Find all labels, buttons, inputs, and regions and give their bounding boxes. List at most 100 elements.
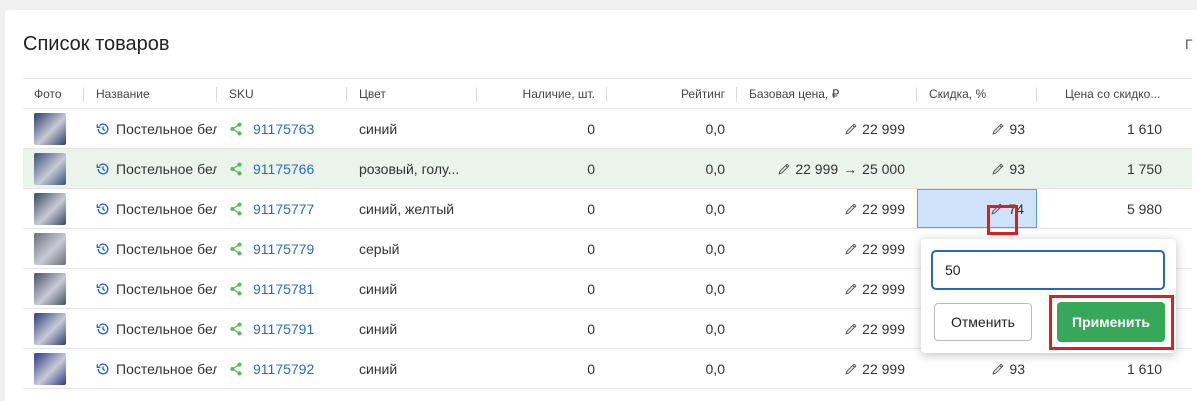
sku-link[interactable]: 91175792 bbox=[253, 361, 314, 377]
pencil-icon[interactable] bbox=[991, 122, 1005, 136]
color-cell: синий bbox=[347, 349, 477, 388]
stock-cell: 0 bbox=[477, 229, 607, 268]
rating-value: 0,0 bbox=[705, 120, 725, 137]
stock-cell: 0 bbox=[477, 349, 607, 388]
pencil-icon[interactable] bbox=[777, 162, 791, 176]
share-icon[interactable] bbox=[229, 162, 243, 176]
color-value: синий bbox=[359, 320, 398, 337]
pencil-icon[interactable] bbox=[844, 242, 858, 256]
product-name[interactable]: Постельное бел bbox=[116, 281, 217, 297]
product-name[interactable]: Постельное бел bbox=[116, 241, 217, 257]
table-row[interactable]: Постельное бел 91175766 розовый, голу... 0 0… bbox=[23, 149, 1192, 189]
header-stock[interactable]: Наличие, шт. bbox=[477, 79, 607, 108]
annotation-apply-highlight bbox=[1049, 295, 1174, 350]
header-sku[interactable]: SKU bbox=[217, 79, 347, 108]
product-thumbnail[interactable] bbox=[34, 192, 66, 225]
history-icon[interactable] bbox=[96, 122, 110, 136]
base-price-value: 22 999 bbox=[862, 360, 905, 377]
pencil-icon[interactable] bbox=[991, 362, 1005, 376]
rating-value: 0,0 bbox=[705, 160, 725, 177]
product-name[interactable]: Постельное бел bbox=[116, 361, 217, 377]
annotation-edit-highlight bbox=[987, 205, 1018, 235]
color-cell: синий bbox=[347, 269, 477, 308]
header-base-price[interactable]: Базовая цена, ₽ bbox=[737, 79, 917, 108]
pencil-icon[interactable] bbox=[844, 282, 858, 296]
base-price-cell[interactable]: 22 999 bbox=[737, 189, 917, 228]
table-row[interactable]: Постельное бел 91175763 синий 0 0,0 22 999 93 1… bbox=[23, 109, 1192, 149]
pencil-icon[interactable] bbox=[844, 202, 858, 216]
base-price-cell[interactable]: 22 999 bbox=[737, 269, 917, 308]
product-photo-cell bbox=[23, 309, 84, 348]
product-thumbnail[interactable] bbox=[34, 152, 66, 185]
base-price-cell[interactable]: 22 999 bbox=[737, 229, 917, 268]
product-thumbnail[interactable] bbox=[34, 232, 66, 265]
rating-value: 0,0 bbox=[705, 360, 725, 377]
history-icon[interactable] bbox=[96, 242, 110, 256]
sku-link[interactable]: 91175791 bbox=[253, 321, 314, 337]
pencil-icon[interactable] bbox=[991, 162, 1005, 176]
pencil-icon[interactable] bbox=[844, 322, 858, 336]
product-name[interactable]: Постельное бел bbox=[116, 321, 217, 337]
history-icon[interactable] bbox=[96, 282, 110, 296]
sku-cell: 91175766 bbox=[217, 149, 347, 188]
share-icon[interactable] bbox=[229, 362, 243, 376]
discount-cell[interactable]: 93 bbox=[917, 149, 1037, 188]
sku-cell: 91175777 bbox=[217, 189, 347, 228]
history-icon[interactable] bbox=[96, 202, 110, 216]
pencil-icon[interactable] bbox=[844, 362, 858, 376]
table-row[interactable]: Постельное бел 91175792 синий 0 0,0 22 999 93 1… bbox=[23, 349, 1192, 389]
history-icon[interactable] bbox=[96, 322, 110, 336]
stock-value: 0 bbox=[587, 120, 595, 137]
product-name[interactable]: Постельное бел bbox=[116, 121, 217, 137]
discount-cell[interactable]: 93 bbox=[917, 349, 1037, 388]
header-rating[interactable]: Рейтинг bbox=[607, 79, 737, 108]
stock-value: 0 bbox=[587, 280, 595, 297]
product-thumbnail[interactable] bbox=[34, 272, 66, 305]
rating-cell: 0,0 bbox=[607, 149, 737, 188]
history-icon[interactable] bbox=[96, 362, 110, 376]
sku-link[interactable]: 91175777 bbox=[253, 201, 314, 217]
share-icon[interactable] bbox=[229, 282, 243, 296]
product-photo-cell bbox=[23, 109, 84, 148]
share-icon[interactable] bbox=[229, 322, 243, 336]
stock-value: 0 bbox=[587, 200, 595, 217]
final-price-cell: 5 980 bbox=[1037, 189, 1172, 228]
color-value: серый bbox=[359, 240, 400, 257]
color-value: синий bbox=[359, 360, 398, 377]
final-price-value: 5 980 bbox=[1126, 200, 1162, 217]
share-icon[interactable] bbox=[229, 202, 243, 216]
cancel-button[interactable]: Отменить bbox=[934, 303, 1032, 341]
product-thumbnail[interactable] bbox=[34, 112, 66, 145]
sku-link[interactable]: 91175781 bbox=[253, 281, 314, 297]
stock-value: 0 bbox=[587, 360, 595, 377]
product-name[interactable]: Постельное бел bbox=[116, 161, 217, 177]
base-price-old: 22 999 bbox=[795, 160, 839, 177]
share-icon[interactable] bbox=[229, 122, 243, 136]
share-icon[interactable] bbox=[229, 242, 243, 256]
product-thumbnail[interactable] bbox=[34, 352, 66, 385]
discount-cell[interactable]: 74 bbox=[917, 189, 1037, 228]
sku-link[interactable]: 91175766 bbox=[253, 161, 314, 177]
pencil-icon[interactable] bbox=[844, 122, 858, 136]
header-color[interactable]: Цвет bbox=[347, 79, 477, 108]
truncated-header-text: Г bbox=[1185, 36, 1193, 52]
sku-link[interactable]: 91175779 bbox=[253, 241, 314, 257]
base-price-cell[interactable]: 22 999 bbox=[737, 309, 917, 348]
product-thumbnail[interactable] bbox=[34, 312, 66, 345]
header-foto[interactable]: Фото bbox=[23, 79, 84, 108]
product-name[interactable]: Постельное бел bbox=[116, 201, 217, 217]
base-price-cell[interactable]: 22 999 → 25 000 bbox=[737, 149, 917, 188]
sku-link[interactable]: 91175763 bbox=[253, 121, 314, 137]
header-name[interactable]: Название bbox=[84, 79, 217, 108]
discount-cell[interactable]: 93 bbox=[917, 109, 1037, 148]
header-final-price[interactable]: Цена со скидко... bbox=[1037, 79, 1172, 108]
base-price-cell[interactable]: 22 999 bbox=[737, 349, 917, 388]
product-photo-cell bbox=[23, 149, 84, 188]
header-discount[interactable]: Скидка, % bbox=[917, 79, 1037, 108]
product-name-cell: Постельное бел bbox=[84, 229, 217, 268]
discount-input[interactable] bbox=[931, 250, 1165, 290]
sku-cell: 91175763 bbox=[217, 109, 347, 148]
color-cell: синий bbox=[347, 109, 477, 148]
base-price-cell[interactable]: 22 999 bbox=[737, 109, 917, 148]
history-icon[interactable] bbox=[96, 162, 110, 176]
